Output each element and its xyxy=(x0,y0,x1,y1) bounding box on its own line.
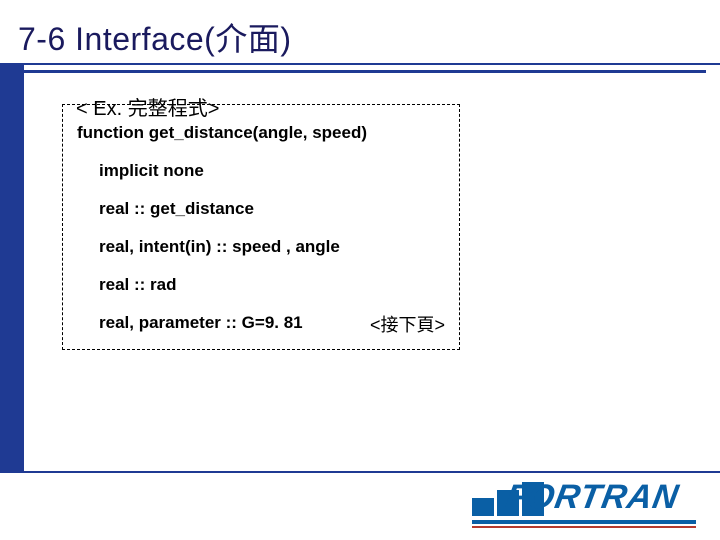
next-page-note: <接下頁> xyxy=(370,311,445,337)
code-line: real :: get_distance xyxy=(77,199,445,219)
code-box: function get_distance(angle, speed) impl… xyxy=(62,104,460,350)
code-line: implicit none xyxy=(77,161,445,181)
code-line: real :: rad xyxy=(77,275,445,295)
title-underline xyxy=(14,70,706,73)
slide: 7-6 Interface(介面) < Ex. 完整程式> function g… xyxy=(0,0,720,540)
logo-underline xyxy=(472,520,696,524)
logo-text: FORTRAN xyxy=(503,478,682,517)
sidebar-block xyxy=(0,63,24,473)
divider-top xyxy=(0,63,720,65)
code-line: real, intent(in) :: speed , angle xyxy=(77,237,445,257)
fortran-logo: FORTRAN xyxy=(472,476,702,528)
logo-underline-accent xyxy=(472,526,696,528)
divider-bottom xyxy=(0,471,720,473)
slide-title: 7-6 Interface(介面) xyxy=(14,6,706,68)
code-line: function get_distance(angle, speed) xyxy=(77,123,445,143)
